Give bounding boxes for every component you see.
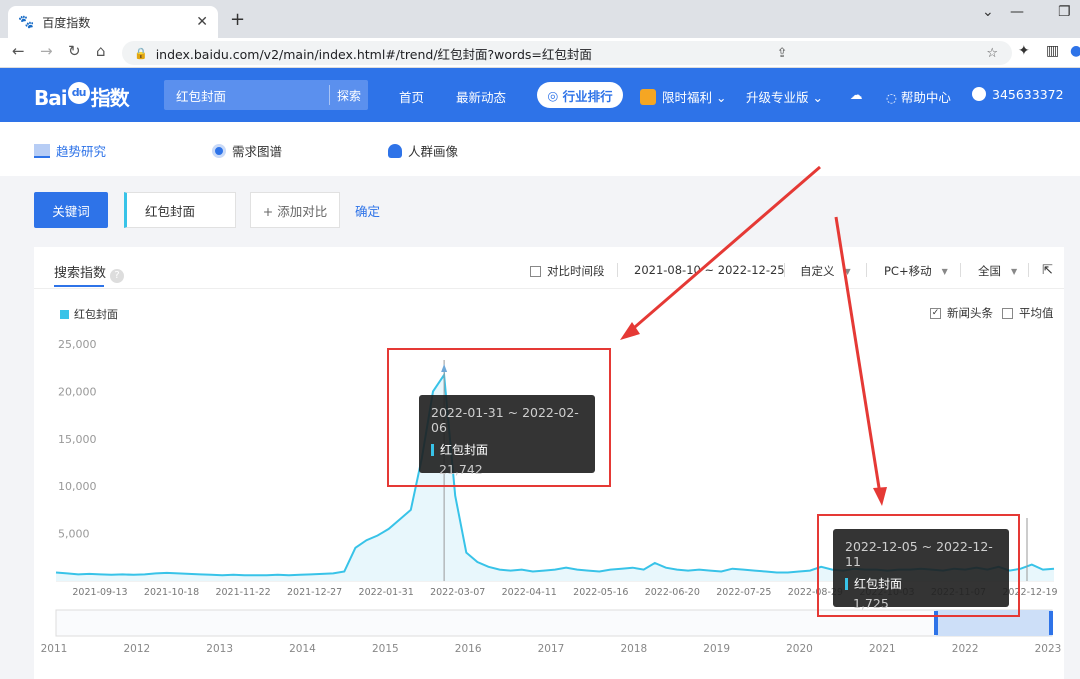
x-tick-label: 2022-05-16 (573, 587, 628, 598)
annotation-arrow-line (627, 165, 821, 335)
tooltip-recent: 2022-12-05 ~ 2022-12-11 红包封面 1,725 (833, 529, 1009, 611)
x-tick-label: 2022-06-20 (645, 587, 700, 598)
y-tick-label: 15,000 (58, 433, 97, 446)
tooltip-value: 1,725 (853, 596, 889, 611)
timeline-year-label: 2023 (1035, 643, 1062, 655)
tooltip-series: 红包封面 (431, 441, 583, 458)
timeline-year-label: 2013 (206, 643, 233, 655)
x-tick-label: 2022-01-31 (359, 587, 414, 598)
timeline-year-label: 2019 (703, 643, 730, 655)
y-tick-label: 5,000 (58, 528, 90, 541)
y-tick-label: 20,000 (58, 385, 97, 398)
timeline-year-label: 2020 (786, 643, 813, 655)
tooltip-peak: 2022-01-31 ~ 2022-02-06 红包封面 21,742 (419, 395, 595, 477)
y-tick-label: 25,000 (58, 338, 97, 351)
x-tick-label: 2021-11-22 (215, 587, 270, 598)
tooltip-date: 2022-12-05 ~ 2022-12-11 (845, 539, 993, 569)
x-tick-label: 2021-10-18 (144, 587, 199, 598)
tooltip-date: 2022-01-31 ~ 2022-02-06 (431, 405, 579, 435)
x-tick-label: 2021-09-13 (72, 587, 127, 598)
y-tick-label: 10,000 (58, 480, 97, 493)
x-tick-label: 2022-07-25 (716, 587, 771, 598)
timeline-year-label: 2018 (620, 643, 647, 655)
timeline-year-label: 2017 (538, 643, 565, 655)
timeline-year-label: 2021 (869, 643, 896, 655)
tooltip-value: 21,742 (439, 462, 483, 477)
timeline-year-label: 2011 (41, 643, 68, 655)
timeline-year-label: 2012 (123, 643, 150, 655)
timeline-year-label: 2022 (952, 643, 979, 655)
x-tick-label: 2022-04-11 (502, 587, 557, 598)
x-tick-label: 2022-03-07 (430, 587, 485, 598)
annotation-arrowhead (873, 487, 887, 506)
x-tick-label: 2021-12-27 (287, 587, 342, 598)
timeline-year-label: 2015 (372, 643, 399, 655)
timeline-handle-right (1049, 611, 1053, 635)
tooltip-series: 红包封面 (845, 575, 997, 592)
timeline-year-label: 2016 (455, 643, 482, 655)
annotation-arrow-line (834, 216, 882, 495)
timeline-year-label: 2014 (289, 643, 316, 655)
